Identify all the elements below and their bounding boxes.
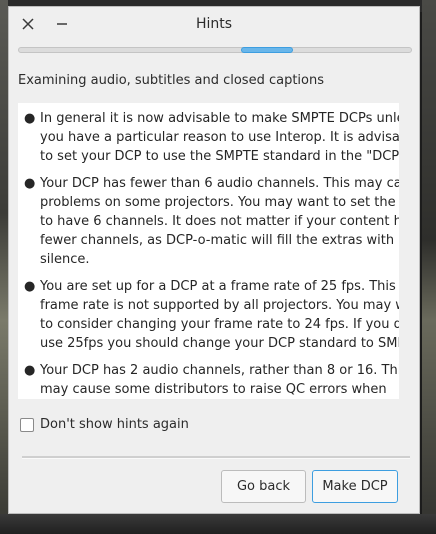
- hint-item: ● Your DCP has 2 audio channels, rather t…: [18, 361, 399, 399]
- hints-list-box[interactable]: ● In general it is now advisable to make …: [18, 103, 399, 399]
- status-text: Examining audio, subtitles and closed ca…: [18, 73, 324, 88]
- hint-line: to have 6 channels. It does not matter i…: [40, 214, 399, 229]
- hint-line: fewer channels, as DCP-o-matic will fill…: [40, 233, 395, 248]
- hint-item: ● In general it is now advisable to make …: [18, 109, 399, 166]
- background-left: [0, 0, 8, 534]
- hint-item: ● Your DCP has fewer than 6 audio channel…: [18, 174, 399, 269]
- bullet-icon: ●: [24, 363, 36, 378]
- progress-bar: [18, 47, 412, 53]
- separator: [22, 456, 410, 459]
- progress-indicator: [241, 47, 293, 53]
- hint-line: you have a particular reason to use Inte…: [40, 130, 399, 145]
- hint-line: silence.: [40, 252, 90, 267]
- make-dcp-button[interactable]: Make DCP: [312, 470, 398, 503]
- hint-line: may cause some distributors to raise QC …: [40, 382, 387, 397]
- hints-dialog: Hints Examining audio, subtitles and clo…: [8, 6, 420, 514]
- hints-list: ● In general it is now advisable to make …: [18, 103, 399, 399]
- dont-show-again-label[interactable]: Don't show hints again: [40, 417, 189, 432]
- hint-line: frame rate is not supported by all proje…: [40, 298, 399, 313]
- dont-show-again-row[interactable]: Don't show hints again: [20, 417, 189, 432]
- bullet-icon: ●: [24, 279, 36, 294]
- dont-show-again-checkbox[interactable]: [20, 417, 34, 432]
- hint-line: In general it is now advisable to make S…: [40, 111, 399, 126]
- hint-item: ● You are set up for a DCP at a frame rat…: [18, 277, 399, 353]
- go-back-button[interactable]: Go back: [221, 470, 306, 503]
- hint-line: use 25fps you should change your DCP sta…: [40, 336, 399, 351]
- hint-line: Your DCP has fewer than 6 audio channels…: [40, 176, 399, 191]
- window-title: Hints: [195, 16, 233, 32]
- background-bottom: [0, 514, 436, 534]
- hint-line: You are set up for a DCP at a frame rate…: [40, 279, 396, 294]
- hint-line: to consider changing your frame rate to …: [40, 317, 399, 332]
- bullet-icon: ●: [24, 111, 36, 126]
- title-bar: Hints: [9, 7, 419, 41]
- hint-line: to set your DCP to use the SMPTE standar…: [40, 149, 399, 164]
- background-right: [422, 0, 436, 534]
- hint-line: Your DCP has 2 audio channels, rather th…: [40, 363, 399, 378]
- bullet-icon: ●: [24, 176, 36, 191]
- hint-line: problems on some projectors. You may wan…: [40, 195, 399, 210]
